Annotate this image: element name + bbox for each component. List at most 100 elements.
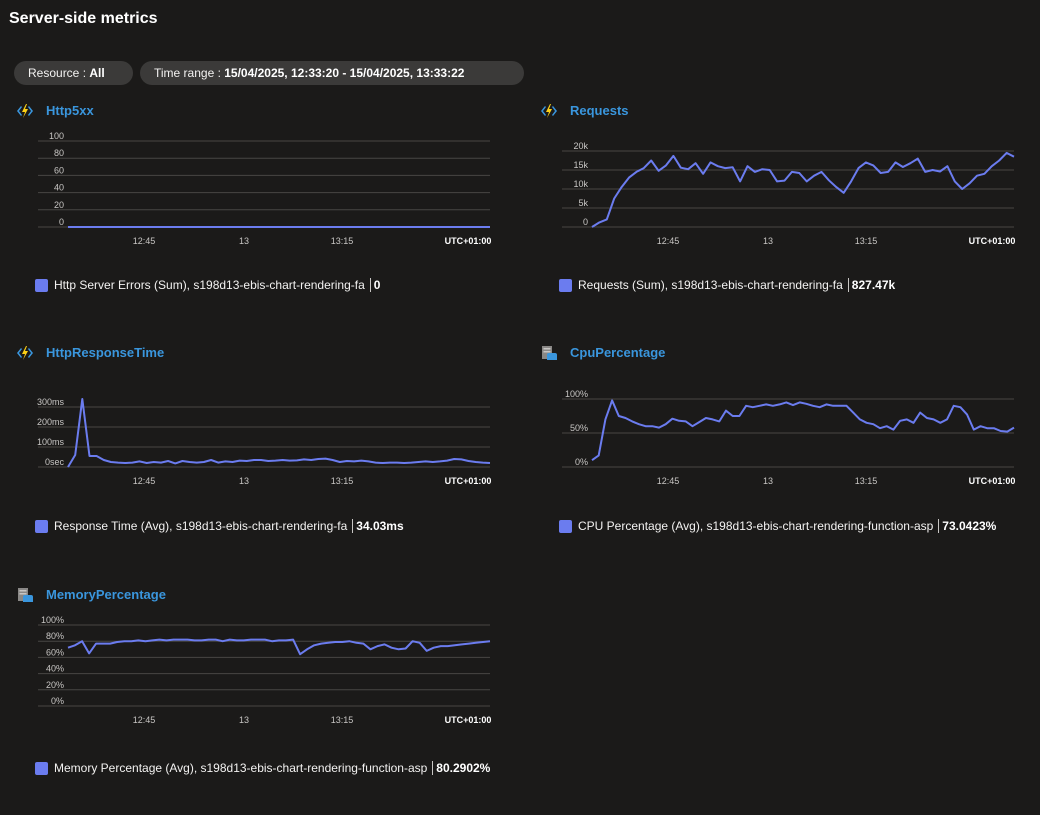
- x-tick-label: 12:45: [133, 236, 156, 246]
- legend-divider: [352, 519, 354, 533]
- legend-label: Memory Percentage (Avg), s198d13-ebis-ch…: [54, 761, 428, 775]
- resource-filter-label: Resource :: [28, 66, 90, 80]
- tile-title[interactable]: MemoryPercentage: [46, 587, 166, 602]
- tile-title[interactable]: Requests: [570, 103, 629, 118]
- timezone-label: UTC+01:00: [445, 476, 492, 486]
- legend-value: 34.03ms: [356, 519, 404, 533]
- legend-divider: [369, 278, 371, 292]
- app-service-plan-icon: [18, 588, 33, 602]
- y-tick-label: 20: [54, 200, 64, 210]
- legend[interactable]: Response Time (Avg), s198d13-ebis-chart-…: [35, 519, 404, 533]
- function-app-icon: [17, 104, 33, 118]
- y-tick-label: 100%: [41, 615, 64, 625]
- tile-title[interactable]: HttpResponseTime: [46, 345, 164, 360]
- chart-http-response-time: 300ms 200ms 100ms 0sec 12:45 13 13:15 UTC+01:00: [37, 397, 492, 486]
- tile-cpu-percentage: CpuPercentage 100% 50% 0% 12:45 13 13:15 UTC+0…: [540, 343, 1040, 573]
- chart-requests: 20k 15k 10k 5k 0 12:45 13 13:15 UTC+01:00: [562, 141, 1016, 246]
- legend-divider: [938, 519, 940, 533]
- legend[interactable]: CPU Percentage (Avg), s198d13-ebis-chart…: [559, 519, 996, 533]
- page-title: Server-side metrics: [9, 10, 158, 27]
- tile-title[interactable]: Http5xx: [46, 103, 94, 118]
- x-tick-label: 13: [239, 715, 249, 725]
- legend[interactable]: Requests (Sum), s198d13-ebis-chart-rende…: [559, 278, 895, 292]
- legend-label: Http Server Errors (Sum), s198d13-ebis-c…: [54, 278, 365, 292]
- tile-http5xx: Http5xx 100 80 60 40 20 0 12:45 13 13:15 UTC+01:0…: [16, 101, 521, 331]
- tile-title[interactable]: CpuPercentage: [570, 345, 665, 360]
- tile-requests: Requests 20k 15k 10k 5k 0 12:45 13 13:15 UTC+01:…: [540, 101, 1040, 331]
- legend[interactable]: Memory Percentage (Avg), s198d13-ebis-ch…: [35, 761, 490, 775]
- time-range-filter-label: Time range :: [154, 66, 225, 80]
- legend-value: 0: [373, 278, 381, 292]
- series-line: [591, 151, 1015, 228]
- y-tick-label: 60%: [46, 647, 64, 657]
- legend-label: CPU Percentage (Avg), s198d13-ebis-chart…: [578, 519, 934, 533]
- legend[interactable]: Http Server Errors (Sum), s198d13-ebis-c…: [35, 278, 380, 292]
- legend-value: 73.0423%: [942, 519, 997, 533]
- y-tick-label: 60: [54, 165, 64, 175]
- y-tick-label: 200ms: [37, 417, 65, 427]
- timezone-label: UTC+01:00: [969, 236, 1016, 246]
- y-tick-label: 10k: [573, 179, 588, 189]
- time-range-filter-value: 15/04/2025, 12:33:20 - 15/04/2025, 13:33…: [224, 66, 465, 80]
- tile-http-response-time: HttpResponseTime 300ms 200ms 100ms 0sec 12:4…: [16, 343, 521, 573]
- timezone-label: UTC+01:00: [445, 715, 492, 725]
- legend-swatch: [35, 519, 48, 533]
- function-app-icon: [541, 104, 557, 118]
- timezone-label: UTC+01:00: [445, 236, 492, 246]
- time-range-filter-pill[interactable]: Time range : 15/04/2025, 12:33:20 - 15/0…: [140, 61, 524, 85]
- legend-divider: [432, 761, 434, 775]
- x-tick-label: 13:15: [331, 476, 354, 486]
- legend-swatch: [559, 519, 572, 533]
- legend-swatch: [35, 278, 48, 292]
- function-app-icon: [17, 346, 33, 360]
- series-line: [591, 399, 1015, 462]
- y-tick-label: 20%: [46, 680, 64, 690]
- x-tick-label: 13:15: [855, 476, 878, 486]
- chart-cpu-percentage: 100% 50% 0% 12:45 13 13:15 UTC+01:00: [562, 389, 1016, 486]
- y-tick-label: 40: [54, 183, 64, 193]
- app-service-plan-icon: [542, 346, 557, 360]
- legend-value: 827.47k: [851, 278, 896, 292]
- y-tick-label: 80: [54, 148, 64, 158]
- resource-filter-pill[interactable]: Resource : All: [14, 61, 133, 85]
- resource-filter-value: All: [89, 66, 105, 80]
- y-tick-label: 0: [59, 217, 64, 227]
- legend-swatch: [35, 761, 48, 775]
- y-tick-label: 15k: [573, 160, 588, 170]
- y-tick-label: 0sec: [45, 457, 65, 467]
- y-tick-label: 5k: [578, 198, 588, 208]
- legend-label: Response Time (Avg), s198d13-ebis-chart-…: [54, 519, 348, 533]
- x-tick-label: 13: [763, 476, 773, 486]
- legend-label: Requests (Sum), s198d13-ebis-chart-rende…: [578, 278, 843, 292]
- series-line: [67, 398, 491, 468]
- legend-swatch: [559, 278, 572, 292]
- y-tick-label: 20k: [573, 141, 588, 151]
- y-tick-label: 0%: [51, 696, 64, 706]
- y-tick-label: 0: [583, 217, 588, 227]
- chart-memory-percentage: 100% 80% 60% 40% 20% 0% 12:45 13 13:15 UTC+01:00: [38, 615, 492, 725]
- y-tick-label: 80%: [46, 631, 64, 641]
- y-tick-label: 100%: [565, 389, 588, 399]
- legend-divider: [847, 278, 849, 292]
- y-tick-label: 0%: [575, 457, 588, 467]
- x-tick-label: 13: [239, 236, 249, 246]
- timezone-label: UTC+01:00: [969, 476, 1016, 486]
- tile-memory-percentage: MemoryPercentage 100% 80% 60% 40% 20% 0% 12:45…: [16, 585, 521, 815]
- x-tick-label: 13: [763, 236, 773, 246]
- x-tick-label: 13:15: [331, 715, 354, 725]
- x-tick-label: 13:15: [855, 236, 878, 246]
- x-tick-label: 13:15: [331, 236, 354, 246]
- y-tick-label: 100: [49, 131, 64, 141]
- y-tick-label: 50%: [570, 423, 588, 433]
- series-line: [67, 638, 491, 656]
- y-tick-label: 300ms: [37, 397, 65, 407]
- x-tick-label: 12:45: [657, 236, 680, 246]
- x-tick-label: 12:45: [133, 476, 156, 486]
- y-tick-label: 40%: [46, 664, 64, 674]
- x-tick-label: 12:45: [133, 715, 156, 725]
- x-tick-label: 12:45: [657, 476, 680, 486]
- y-tick-label: 100ms: [37, 437, 65, 447]
- chart-http5xx: 100 80 60 40 20 0 12:45 13 13:15 UTC+01:00: [38, 131, 492, 246]
- legend-value: 80.2902%: [436, 761, 491, 775]
- x-tick-label: 13: [239, 476, 249, 486]
